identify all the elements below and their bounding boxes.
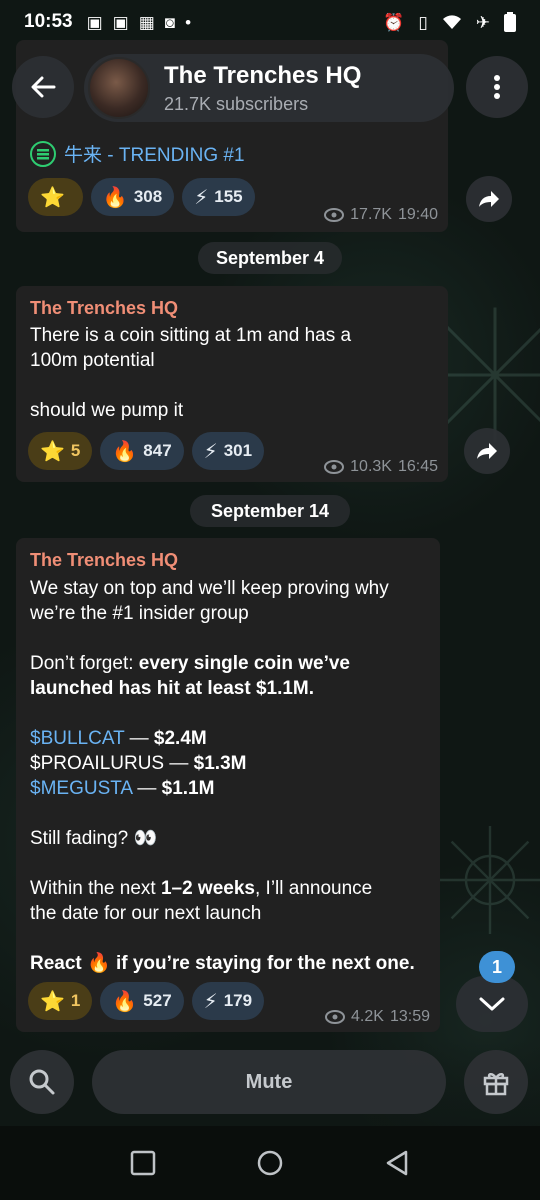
vibrate-icon: ▯: [418, 12, 428, 32]
back-button[interactable]: [12, 56, 74, 118]
alarm-icon: ⏰: [383, 12, 405, 32]
twitch-icon: ▣: [112, 12, 129, 32]
reaction-lightning[interactable]: ⚡ 179: [191, 982, 265, 1020]
channel-header[interactable]: The Trenches HQ 21.7K subscribers: [84, 54, 454, 122]
scroll-to-bottom-button[interactable]: [456, 976, 528, 1032]
coin-line: $MEGUSTA — $1.1M: [30, 778, 215, 799]
message-bubble: The Trenches HQ There is a coin sitting …: [16, 286, 448, 482]
message-meta: 4.2K 13:59: [325, 1008, 430, 1026]
back-nav-icon[interactable]: [384, 1149, 410, 1177]
subscriber-count: 21.7K subscribers: [164, 93, 309, 114]
message-time: 19:40: [397, 206, 438, 223]
airplane-icon: ✈: [475, 12, 490, 32]
gift-icon: [483, 1073, 509, 1096]
mute-button[interactable]: Mute: [92, 1050, 446, 1114]
more-menu-button[interactable]: [466, 56, 528, 118]
eye-icon: [324, 208, 345, 222]
coin-ticker: $PROAILURUS: [30, 753, 165, 774]
dot-icon: •: [185, 12, 192, 32]
system-nav-bar: [0, 1126, 540, 1200]
temu-icon: ▦: [138, 12, 155, 32]
view-count: 4.2K: [351, 1008, 384, 1025]
wifi-icon: [442, 15, 461, 29]
coin-line: $BULLCAT — $2.4M: [30, 728, 207, 749]
solana-icon: [30, 140, 56, 167]
reaction-fire[interactable]: 🔥 847: [100, 432, 184, 470]
instagram-icon: ◙: [164, 12, 176, 32]
message-text: We stay on top and we’ll keep proving wh…: [30, 578, 415, 974]
reactions-row: ⭐ 1 🔥 527 ⚡ 179: [28, 982, 265, 1020]
forward-button[interactable]: [464, 428, 510, 474]
reactions-row: ⭐ 5 🔥 847 ⚡ 301: [28, 432, 265, 470]
forward-icon: [479, 191, 499, 207]
reaction-star[interactable]: ⭐: [28, 178, 83, 216]
reaction-star[interactable]: ⭐ 1: [28, 982, 93, 1020]
message-meta: 17.7K 19:40: [324, 206, 438, 224]
view-count: 17.7K: [350, 206, 392, 223]
message-time: 16:45: [397, 458, 438, 475]
home-icon[interactable]: [256, 1149, 284, 1177]
unread-badge: 1: [479, 951, 515, 983]
snowflake-decoration: [436, 826, 540, 934]
status-time: 10:53: [24, 11, 73, 32]
reaction-star[interactable]: ⭐ 5: [28, 432, 93, 470]
date-separator: September 14: [190, 495, 350, 527]
sender-name: The Trenches HQ: [30, 550, 179, 570]
coin-ticker-link[interactable]: $MEGUSTA: [30, 778, 132, 799]
sender-name: The Trenches HQ: [30, 298, 179, 318]
coin-line: $PROAILURUS — $1.3M: [30, 753, 247, 774]
more-vertical-icon: [494, 75, 500, 99]
reaction-lightning[interactable]: ⚡ 301: [191, 432, 265, 470]
status-bar: 10:53 ▣ ▣ ▦ ◙ • ⏰ ▯ ✈: [0, 0, 540, 44]
reactions-row: ⭐ 🔥 308 ⚡ 155: [28, 178, 255, 216]
message-text: There is a coin sitting at 1m and has a …: [30, 325, 352, 421]
chevron-down-icon: [479, 997, 505, 1011]
forward-button[interactable]: [466, 176, 512, 222]
date-separator: September 4: [198, 242, 342, 274]
channel-avatar[interactable]: [88, 57, 150, 119]
reaction-fire[interactable]: 🔥 308: [90, 178, 175, 216]
eye-icon: [324, 460, 345, 474]
forward-icon: [477, 443, 497, 459]
search-button[interactable]: [10, 1050, 74, 1114]
channel-title: The Trenches HQ: [164, 61, 362, 89]
view-count: 10.3K: [350, 458, 392, 475]
message-meta: 10.3K 16:45: [324, 458, 438, 476]
recents-icon[interactable]: [130, 1150, 156, 1176]
message-bubble: The Trenches HQ We stay on top and we’ll…: [16, 538, 440, 1032]
twitch-icon: ▣: [86, 12, 103, 32]
battery-icon: [504, 12, 516, 32]
gift-button[interactable]: [464, 1050, 528, 1114]
reaction-lightning[interactable]: ⚡ 155: [182, 178, 255, 216]
eye-icon: [325, 1010, 346, 1024]
coin-ticker-link[interactable]: $BULLCAT: [30, 728, 124, 749]
search-icon: [29, 1069, 55, 1095]
arrow-left-icon: [31, 76, 56, 98]
reaction-fire[interactable]: 🔥 527: [100, 982, 184, 1020]
trending-link[interactable]: 牛来 - TRENDING #1: [64, 140, 245, 167]
message-time: 13:59: [389, 1008, 430, 1025]
